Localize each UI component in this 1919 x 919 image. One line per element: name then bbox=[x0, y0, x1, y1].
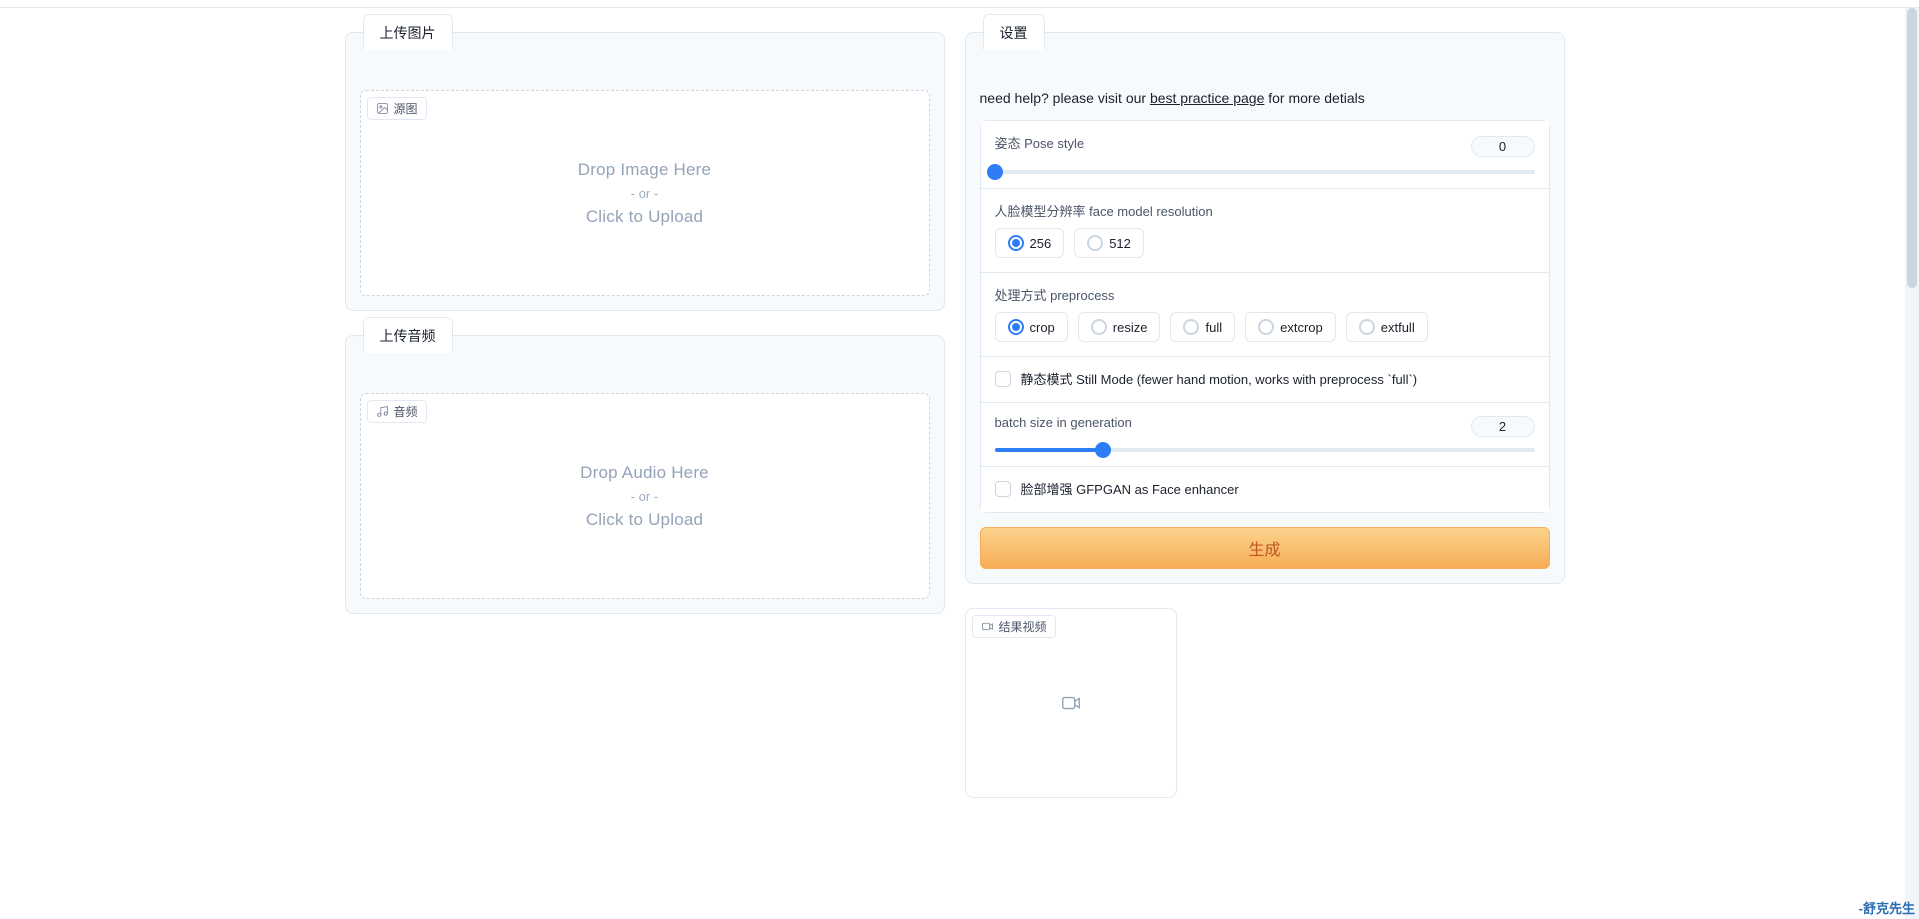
radio-option-extcrop[interactable]: extcrop bbox=[1245, 312, 1336, 342]
radio-label: full bbox=[1205, 320, 1222, 335]
row-enhancer: 脸部增强 GFPGAN as Face enhancer bbox=[981, 466, 1549, 512]
row-batch: batch size in generation 2 bbox=[981, 402, 1549, 466]
radio-label: resize bbox=[1113, 320, 1148, 335]
radio-label: 256 bbox=[1030, 236, 1052, 251]
radio-option-256[interactable]: 256 bbox=[995, 228, 1065, 258]
radio-option-crop[interactable]: crop bbox=[995, 312, 1068, 342]
scrollbar[interactable] bbox=[1905, 8, 1919, 919]
panel-settings: 设置 need help? please visit our best prac… bbox=[965, 32, 1565, 584]
audio-drop-or: - or - bbox=[631, 489, 658, 504]
audio-drop-click: Click to Upload bbox=[586, 510, 703, 530]
radio-label: 512 bbox=[1109, 236, 1131, 251]
value-pose-style[interactable]: 0 bbox=[1471, 136, 1535, 157]
checkbox-icon bbox=[995, 371, 1011, 387]
radio-label: extcrop bbox=[1280, 320, 1323, 335]
label-still-mode: 静态模式 Still Mode (fewer hand motion, work… bbox=[1021, 369, 1418, 388]
radio-dot-icon bbox=[1087, 235, 1103, 251]
slider-pose-style[interactable] bbox=[995, 170, 1535, 174]
image-drop-area[interactable]: 源图 Drop Image Here - or - Click to Uploa… bbox=[360, 90, 930, 296]
scrollbar-thumb[interactable] bbox=[1907, 8, 1917, 288]
panel-upload-image: 上传图片 源图 Drop Image Here - or - Click to … bbox=[345, 32, 945, 311]
radio-option-resize[interactable]: resize bbox=[1078, 312, 1161, 342]
label-enhancer: 脸部增强 GFPGAN as Face enhancer bbox=[1021, 479, 1239, 498]
label-pose-style: 姿态 Pose style bbox=[995, 133, 1085, 152]
panel-upload-audio: 上传音频 音频 Drop Audio Here - or - Click to … bbox=[345, 335, 945, 614]
settings-block: 姿态 Pose style 0 人脸模型分辨率 face model resol… bbox=[980, 120, 1550, 513]
watermark: -舒克先生 bbox=[1859, 898, 1915, 917]
audio-chip-label: 音频 bbox=[394, 403, 418, 420]
video-icon bbox=[981, 620, 994, 633]
slider-thumb-pose[interactable] bbox=[987, 164, 1003, 180]
image-chip-label: 源图 bbox=[394, 100, 418, 117]
result-chip-label: 结果视频 bbox=[999, 618, 1047, 635]
checkbox-still-mode[interactable]: 静态模式 Still Mode (fewer hand motion, work… bbox=[995, 369, 1535, 388]
top-bar bbox=[0, 0, 1919, 8]
row-pose-style: 姿态 Pose style 0 bbox=[981, 121, 1549, 188]
tab-upload-audio[interactable]: 上传音频 bbox=[363, 317, 453, 353]
image-chip: 源图 bbox=[367, 97, 427, 120]
slider-thumb-batch[interactable] bbox=[1095, 442, 1111, 458]
radio-option-extfull[interactable]: extfull bbox=[1346, 312, 1428, 342]
help-prefix: need help? please visit our bbox=[980, 90, 1150, 106]
generate-button[interactable]: 生成 bbox=[980, 527, 1550, 569]
image-drop-or: - or - bbox=[631, 186, 658, 201]
radio-dot-icon bbox=[1091, 319, 1107, 335]
row-still-mode: 静态模式 Still Mode (fewer hand motion, work… bbox=[981, 356, 1549, 402]
help-suffix: for more detials bbox=[1264, 90, 1364, 106]
radio-dot-icon bbox=[1359, 319, 1375, 335]
panel-result-video[interactable]: 结果视频 bbox=[965, 608, 1177, 798]
help-link[interactable]: best practice page bbox=[1150, 90, 1264, 106]
checkbox-icon bbox=[995, 481, 1011, 497]
audio-drop-title: Drop Audio Here bbox=[580, 463, 709, 483]
video-placeholder-icon bbox=[1060, 692, 1082, 714]
checkbox-enhancer[interactable]: 脸部增强 GFPGAN as Face enhancer bbox=[995, 479, 1535, 498]
row-preprocess: 处理方式 preprocess crop resize full extcrop ext… bbox=[981, 272, 1549, 356]
radio-option-full[interactable]: full bbox=[1170, 312, 1235, 342]
row-face-res: 人脸模型分辨率 face model resolution 256 512 bbox=[981, 188, 1549, 272]
audio-chip: 音频 bbox=[367, 400, 427, 423]
radio-group-preprocess: crop resize full extcrop extfull bbox=[995, 312, 1535, 342]
image-drop-title: Drop Image Here bbox=[578, 160, 711, 180]
label-preprocess: 处理方式 preprocess bbox=[995, 285, 1535, 304]
tab-settings[interactable]: 设置 bbox=[983, 14, 1045, 50]
audio-drop-area[interactable]: 音频 Drop Audio Here - or - Click to Uploa… bbox=[360, 393, 930, 599]
radio-dot-icon bbox=[1008, 235, 1024, 251]
radio-option-512[interactable]: 512 bbox=[1074, 228, 1144, 258]
radio-label: extfull bbox=[1381, 320, 1415, 335]
radio-dot-icon bbox=[1258, 319, 1274, 335]
image-drop-click: Click to Upload bbox=[586, 207, 703, 227]
music-icon bbox=[376, 405, 389, 418]
value-batch[interactable]: 2 bbox=[1471, 416, 1535, 437]
label-face-res: 人脸模型分辨率 face model resolution bbox=[995, 201, 1535, 220]
radio-label: crop bbox=[1030, 320, 1055, 335]
help-text: need help? please visit our best practic… bbox=[980, 90, 1550, 106]
result-chip: 结果视频 bbox=[972, 615, 1056, 638]
tab-upload-image[interactable]: 上传图片 bbox=[363, 14, 453, 50]
radio-dot-icon bbox=[1183, 319, 1199, 335]
label-batch: batch size in generation bbox=[995, 415, 1132, 430]
partial-nav bbox=[0, 0, 1919, 8]
radio-dot-icon bbox=[1008, 319, 1024, 335]
radio-group-face-res: 256 512 bbox=[995, 228, 1535, 258]
slider-batch[interactable] bbox=[995, 448, 1535, 452]
image-icon bbox=[376, 102, 389, 115]
